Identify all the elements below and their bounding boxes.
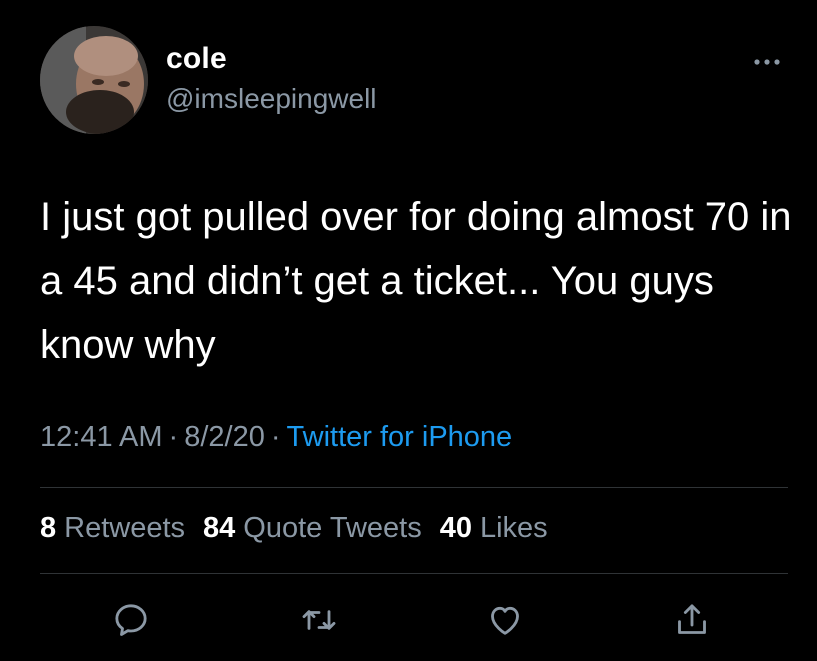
meta-separator: · — [270, 421, 281, 453]
tweet-time[interactable]: 12:41 AM — [40, 421, 163, 453]
share-icon — [678, 604, 706, 634]
retweets-stat[interactable]: 8 Retweets — [40, 512, 185, 544]
quote-tweets-count: 84 — [203, 512, 236, 544]
meta-separator: · — [168, 421, 179, 453]
divider — [40, 487, 788, 488]
heart-icon — [491, 606, 519, 635]
reply-button[interactable] — [109, 598, 153, 642]
like-button[interactable] — [483, 598, 527, 642]
avatar-image — [40, 26, 148, 134]
tweet-metadata: 12:41 AM · 8/2/20 · Twitter for iPhone — [40, 421, 512, 454]
retweets-label: Retweets — [64, 512, 186, 544]
share-button[interactable] — [670, 598, 714, 642]
retweet-icon — [302, 610, 336, 630]
likes-count: 40 — [439, 512, 472, 544]
tweet-text: I just got pulled over for doing almost … — [40, 195, 792, 367]
tweet-source-link[interactable]: Twitter for iPhone — [287, 421, 513, 453]
quote-tweets-label: Quote Tweets — [243, 512, 422, 544]
more-icon[interactable] — [752, 55, 786, 69]
user-handle[interactable]: @imsleepingwell — [166, 83, 377, 115]
action-bar — [0, 598, 817, 642]
likes-stat[interactable]: 40 Likes — [440, 512, 548, 544]
display-name[interactable]: cole — [166, 42, 227, 76]
tweet-stats: 8 Retweets 84 Quote Tweets 40 Likes — [40, 512, 566, 545]
avatar[interactable] — [40, 26, 148, 134]
reply-icon — [115, 604, 147, 636]
tweet-detail: cole @imsleepingwell I just got pulled o… — [0, 0, 817, 661]
quote-tweets-stat[interactable]: 84 Quote Tweets — [203, 512, 422, 544]
retweet-button[interactable] — [297, 598, 341, 642]
divider — [40, 573, 788, 574]
tweet-date[interactable]: 8/2/20 — [184, 421, 265, 453]
retweets-count: 8 — [40, 512, 57, 544]
likes-label: Likes — [479, 512, 548, 544]
